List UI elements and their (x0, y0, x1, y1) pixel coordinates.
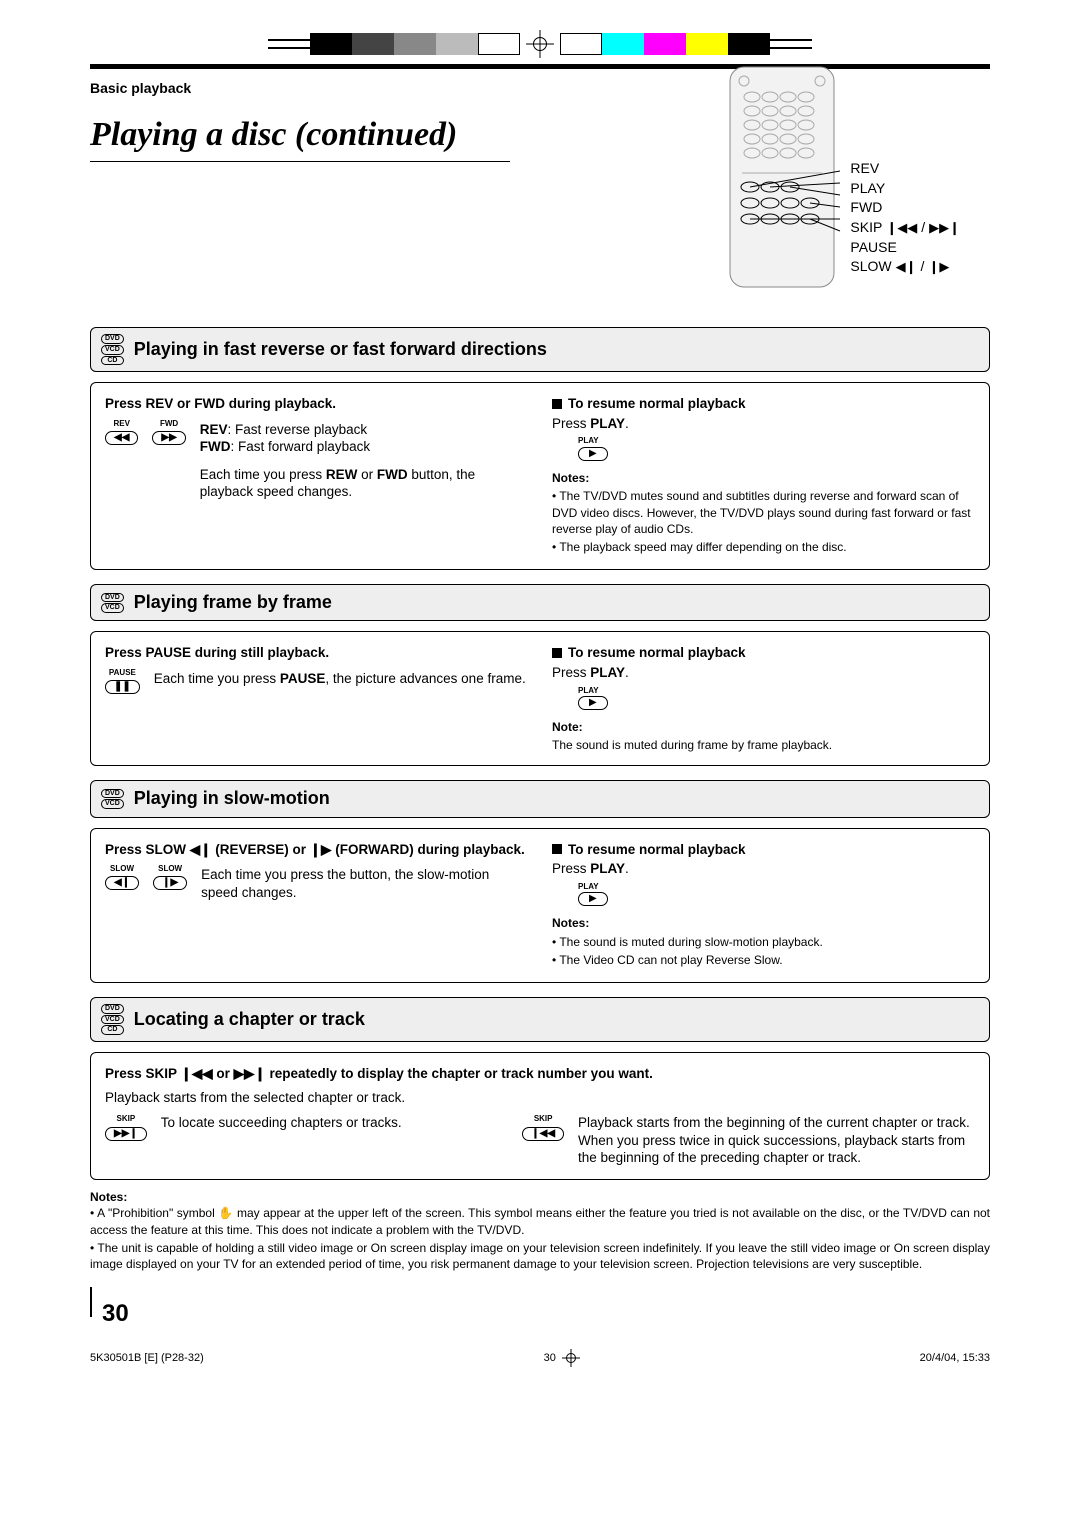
square-bullet-icon (552, 399, 562, 409)
remote-label-fwd: FWD (850, 198, 960, 218)
footer-center: 30 (544, 1349, 580, 1367)
notes-list: The TV/DVD mutes sound and subtitles dur… (552, 488, 975, 555)
section-title: Playing in fast reverse or fast forward … (134, 338, 547, 361)
resume-heading: To resume normal playback (552, 395, 975, 413)
slow-rev-button-icon: SLOW◀❙ (105, 864, 139, 890)
skip-next-icon: ▶▶❙ (929, 219, 960, 237)
remote-svg (722, 63, 842, 293)
section-body-frame: Press PAUSE during still playback. PAUSE… (90, 631, 990, 766)
section-body-locate: Press SKIP ❙◀◀ or ▶▶❙ repeatedly to disp… (90, 1052, 990, 1180)
slow-rev-icon: ◀❙ (896, 258, 917, 276)
slow-fwd-icon: ❙▶ (928, 258, 949, 276)
instruction: Press REV or FWD during playback. (105, 395, 528, 413)
remote-label-play: PLAY (850, 179, 960, 199)
page-title: Playing a disc (continued) (90, 113, 510, 162)
skip-next-button-icon: SKIP▶▶❙ (105, 1114, 147, 1167)
footer-left: 5K30501B [E] (P28-32) (90, 1351, 204, 1365)
manual-page: Basic playback Playing a disc (continued… (0, 0, 1080, 1397)
media-badges: DVD VCD CD (101, 334, 124, 365)
section-head-fastscan: DVD VCD CD Playing in fast reverse or fa… (90, 327, 990, 372)
remote-labels: REV PLAY FWD SKIP ❙◀◀ / ▶▶❙ PAUSE SLOW ◀… (850, 159, 960, 277)
skip-prev-button-icon: SKIP❙◀◀ (522, 1114, 564, 1167)
remote-illustration: REV PLAY FWD SKIP ❙◀◀ / ▶▶❙ PAUSE SLOW ◀… (722, 63, 960, 293)
crosshair-icon (562, 1349, 580, 1367)
remote-label-pause: PAUSE (850, 238, 960, 258)
footer-right: 20/4/04, 15:33 (920, 1351, 990, 1365)
remote-label-skip: SKIP ❙◀◀ / ▶▶❙ (850, 218, 960, 238)
section-head-slow: DVD VCD Playing in slow-motion (90, 780, 990, 817)
fwd-button-icon: FWD▶▶ (152, 419, 185, 445)
square-bullet-icon (552, 844, 562, 854)
remote-label-rev: REV (850, 159, 960, 179)
slow-fwd-button-icon: SLOW❙▶ (153, 864, 187, 890)
registration-bar (90, 30, 990, 58)
bottom-notes: Notes: A "Prohibition" symbol ✋ may appe… (90, 1190, 990, 1272)
section-body-slow: Press SLOW ◀❙ (REVERSE) or ❙▶ (FORWARD) … (90, 828, 990, 983)
remote-label-slow: SLOW ◀❙ / ❙▶ (850, 257, 960, 277)
skip-prev-icon: ❙◀◀ (886, 219, 917, 237)
square-bullet-icon (552, 648, 562, 658)
play-button-icon: PLAY▶ (578, 686, 975, 710)
rev-button-icon: REV◀◀ (105, 419, 138, 445)
crosshair-icon (526, 30, 554, 58)
section-head-frame: DVD VCD Playing frame by frame (90, 584, 990, 621)
section-head-locate: DVD VCD CD Locating a chapter or track (90, 997, 990, 1042)
pause-button-icon: PAUSE❚❚ (105, 668, 140, 694)
play-button-icon: PLAY▶ (578, 436, 975, 460)
section-body-fastscan: Press REV or FWD during playback. REV◀◀ … (90, 382, 990, 570)
play-button-icon: PLAY▶ (578, 882, 975, 906)
footer: 5K30501B [E] (P28-32) 30 20/4/04, 15:33 (90, 1349, 990, 1367)
page-number: 30 (90, 1274, 990, 1329)
